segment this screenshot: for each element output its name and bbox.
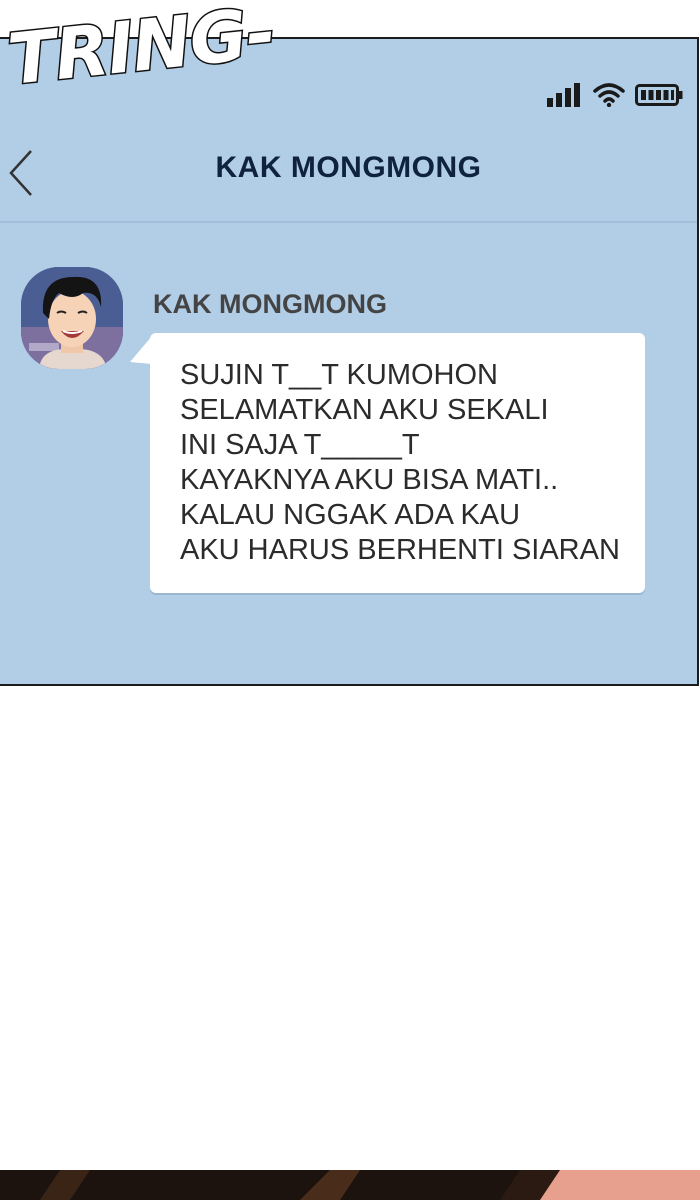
message-line: INI SAJA T_____T — [180, 429, 420, 461]
next-panel-artwork — [0, 1170, 700, 1200]
bubble-tail — [130, 335, 152, 373]
status-bar — [547, 83, 683, 107]
battery-icon — [635, 84, 683, 106]
message-line: SELAMATKAN AKU SEKALI — [180, 394, 549, 426]
message-text: SUJIN T__T KUMOHON SELAMATKAN AKU SEKALI… — [180, 358, 620, 568]
avatar-image — [21, 267, 123, 369]
message-line: SUJIN T__T KUMOHON — [180, 359, 498, 391]
chat-title: KAK MONGMONG — [215, 151, 482, 184]
message-line: KAYAKNYA AKU BISA MATI.. — [180, 464, 559, 496]
message-sender-name: KAK MONGMONG — [153, 289, 387, 319]
phone-chat-screen: KAK MONGMONG KAK MONGMONG SUJIN T__T KUM… — [0, 37, 699, 686]
cellular-signal-icon — [547, 83, 580, 107]
chat-header: KAK MONGMONG — [0, 123, 697, 223]
sound-effect-text: TRING- — [3, 0, 280, 102]
message-bubble[interactable]: SUJIN T__T KUMOHON SELAMATKAN AKU SEKALI… — [150, 333, 645, 593]
message-line: KALAU NGGAK ADA KAU — [180, 499, 521, 531]
wifi-icon — [593, 83, 625, 107]
next-panel-edge — [0, 1170, 700, 1200]
profile-avatar[interactable] — [21, 267, 123, 369]
svg-text:TRING-: TRING- — [4, 0, 278, 101]
message-line: AKU HARUS BERHENTI SIARAN — [180, 534, 620, 566]
